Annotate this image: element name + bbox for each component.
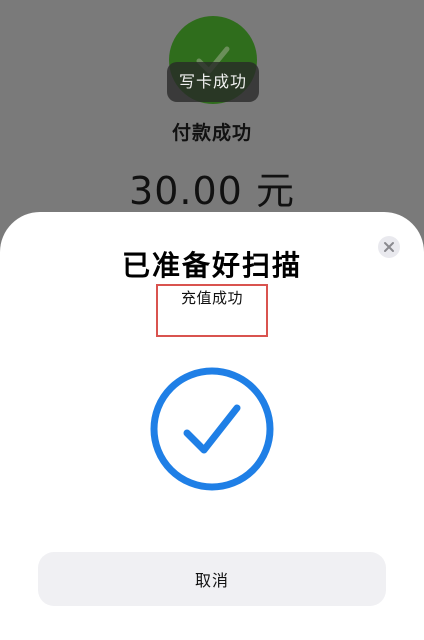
write-card-toast: 写卡成功 — [167, 62, 259, 102]
amount-value: 30.00 — [129, 169, 243, 213]
checkmark-circle-icon — [150, 367, 274, 491]
cancel-button[interactable]: 取消 — [38, 552, 386, 606]
recharge-status-text: 充值成功 — [180, 289, 243, 307]
payment-status-title: 付款成功 — [171, 122, 252, 144]
currency-unit: 元 — [255, 169, 295, 213]
payment-amount: 30.00 元 — [0, 160, 424, 215]
sheet-title: 已准备好扫描 — [121, 249, 302, 282]
cancel-button-label: 取消 — [194, 571, 229, 590]
